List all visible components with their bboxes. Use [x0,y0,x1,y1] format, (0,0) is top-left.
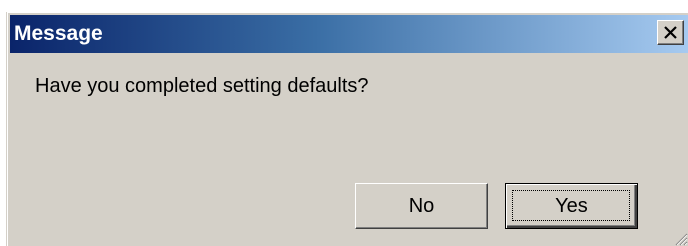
close-button[interactable] [657,20,684,45]
no-button[interactable]: No [355,183,488,229]
yes-button[interactable]: Yes [505,183,638,229]
message-dialog: Message Have you completed setting defau… [6,12,688,246]
resize-grip-icon[interactable] [672,230,688,246]
window-title: Message [14,22,103,45]
no-button-label: No [408,194,435,217]
message-text: Have you completed setting defaults? [35,75,369,97]
title-bar[interactable]: Message [10,15,688,53]
close-icon [664,26,677,39]
yes-button-label: Yes [555,194,588,217]
